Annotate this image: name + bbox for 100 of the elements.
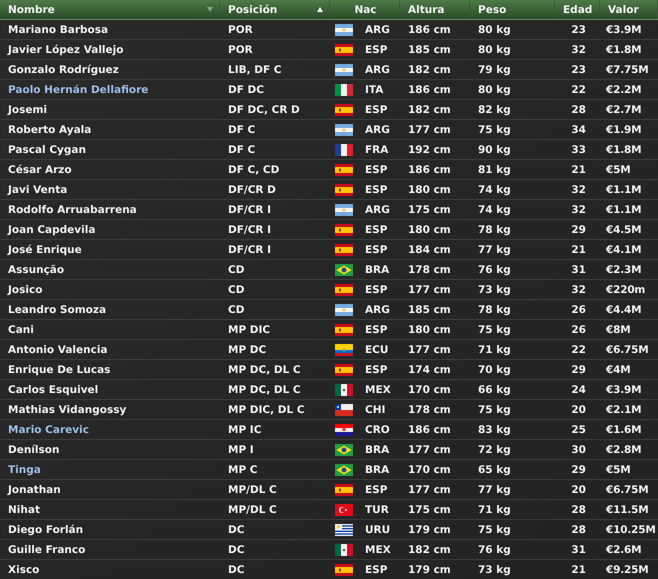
flag-icon (335, 224, 353, 236)
player-name[interactable]: Joan Capdevila (8, 224, 96, 236)
player-name[interactable]: Rodolfo Arruabarrena (8, 204, 137, 216)
value-text: €2.3M (606, 264, 642, 276)
weight-text: 76 kg (478, 264, 511, 276)
flag-icon (335, 424, 353, 436)
flag-icon (335, 104, 353, 116)
player-name[interactable]: Diego Forlán (8, 524, 84, 536)
player-name[interactable]: Cani (8, 324, 34, 336)
player-name[interactable]: Josico (8, 284, 42, 296)
weight-text: 80 kg (478, 84, 511, 96)
weight-text: 80 kg (478, 24, 511, 36)
position-text: DF DC (228, 84, 264, 96)
value-text: €1.9M (606, 124, 642, 136)
value-text: €2.2M (606, 84, 642, 96)
position-text: DF/CR D (228, 184, 276, 196)
nation-code: TUR (365, 504, 389, 516)
height-text: 182 cm (408, 64, 451, 76)
age-text: 22 (571, 344, 586, 356)
position-text: DC (228, 524, 244, 536)
player-name[interactable]: Javier López Vallejo (8, 44, 124, 56)
height-text: 178 cm (408, 264, 451, 276)
player-name[interactable]: Mario Carevic (8, 424, 89, 436)
age-text: 29 (571, 224, 586, 236)
age-text: 21 (571, 244, 586, 256)
height-text: 179 cm (408, 564, 451, 576)
value-text: €11.5M (606, 504, 648, 516)
player-name[interactable]: Xisco (8, 564, 40, 576)
player-name[interactable]: Nihat (8, 504, 40, 516)
value-text: €4M (606, 364, 630, 376)
value-text: €5M (606, 464, 630, 476)
value-text: €9.25M (606, 564, 648, 576)
position-text: CD (228, 264, 244, 276)
player-name[interactable]: Denílson (8, 444, 60, 456)
flag-icon (335, 144, 353, 156)
height-text: 170 cm (408, 464, 451, 476)
player-name[interactable]: José Enrique (8, 244, 82, 256)
position-text: DF DC, CR D (228, 104, 300, 116)
height-text: 192 cm (408, 144, 451, 156)
position-text: MP DC, DL C (228, 384, 301, 396)
player-name[interactable]: Mathias Vidangossy (8, 404, 126, 416)
player-name[interactable]: Tinga (8, 464, 41, 476)
nation-code: ESP (365, 184, 388, 196)
age-text: 25 (571, 424, 586, 436)
player-name[interactable]: Antonio Valencia (8, 344, 108, 356)
position-text: DF C (228, 144, 256, 156)
height-text: 170 cm (408, 384, 451, 396)
player-name[interactable]: Carlos Esquivel (8, 384, 98, 396)
flag-icon (335, 504, 353, 516)
flag-icon (335, 324, 353, 336)
player-name[interactable]: Pascal Cygan (8, 144, 86, 156)
height-text: 179 cm (408, 524, 451, 536)
nation-code: BRA (365, 264, 390, 276)
player-name[interactable]: Gonzalo Rodríguez (8, 64, 119, 76)
player-name[interactable]: Leandro Somoza (8, 304, 106, 316)
weight-text: 74 kg (478, 184, 511, 196)
height-text: 180 cm (408, 184, 451, 196)
value-text: €2.1M (606, 404, 642, 416)
height-text: 180 cm (408, 324, 451, 336)
column-header[interactable]: Edad (555, 0, 600, 19)
age-text: 22 (571, 84, 586, 96)
player-name[interactable]: Josemi (8, 104, 48, 116)
age-text: 30 (571, 444, 586, 456)
column-header[interactable]: Nombre (0, 0, 220, 19)
player-name[interactable]: Javi Venta (8, 184, 68, 196)
column-header[interactable]: Posición (220, 0, 330, 19)
flag-icon (335, 264, 353, 276)
player-name[interactable]: Mariano Barbosa (8, 24, 108, 36)
age-text: 31 (571, 544, 586, 556)
player-name[interactable]: Roberto Ayala (8, 124, 92, 136)
position-text: MP IC (228, 424, 262, 436)
age-text: 23 (571, 24, 586, 36)
player-name[interactable]: Enrique De Lucas (8, 364, 110, 376)
value-text: €2.7M (606, 104, 642, 116)
player-name[interactable]: Paolo Hernán Dellafiore (8, 84, 148, 96)
age-text: 28 (571, 104, 586, 116)
height-text: 185 cm (408, 44, 451, 56)
flag-icon (335, 384, 353, 396)
weight-text: 79 kg (478, 64, 511, 76)
weight-text: 66 kg (478, 384, 511, 396)
player-name[interactable]: César Arzo (8, 164, 72, 176)
flag-icon (335, 404, 353, 416)
age-text: 33 (571, 144, 586, 156)
column-header[interactable]: Valor (600, 0, 658, 19)
column-header[interactable]: Peso (470, 0, 555, 19)
player-name[interactable]: Jonathan (8, 484, 61, 496)
value-text: €3.9M (606, 24, 642, 36)
weight-text: 74 kg (478, 204, 511, 216)
column-header[interactable]: Altura (400, 0, 470, 19)
weight-text: 71 kg (478, 504, 511, 516)
weight-text: 77 kg (478, 244, 511, 256)
weight-text: 78 kg (478, 304, 511, 316)
height-text: 177 cm (408, 484, 451, 496)
age-text: 32 (571, 284, 586, 296)
flag-icon (335, 284, 353, 296)
position-text: CD (228, 304, 244, 316)
column-header[interactable]: Nac (330, 0, 400, 19)
player-name[interactable]: Guille Franco (8, 544, 86, 556)
player-name[interactable]: Assunção (8, 264, 64, 276)
weight-text: 75 kg (478, 524, 511, 536)
